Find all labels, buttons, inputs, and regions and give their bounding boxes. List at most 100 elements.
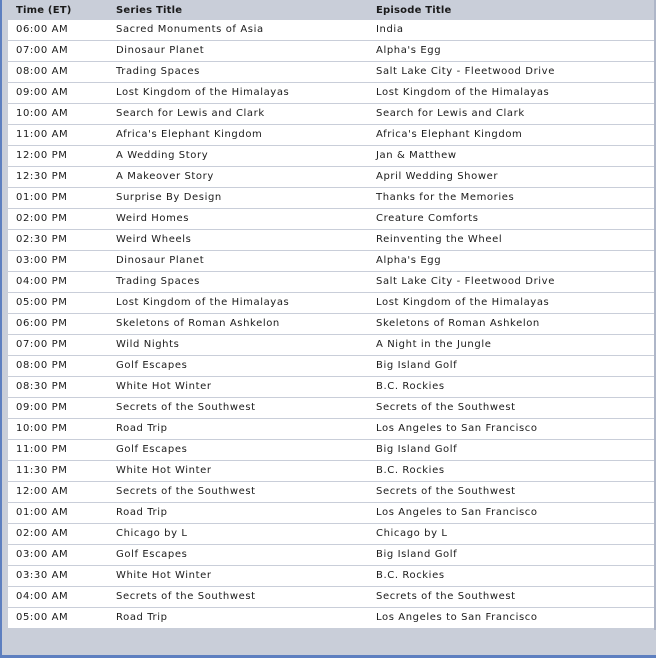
cell-time: 11:00 AM bbox=[16, 129, 69, 140]
cell-episode-title: April Wedding Shower bbox=[376, 171, 499, 182]
cell-episode-title: Los Angeles to San Francisco bbox=[376, 423, 538, 434]
cell-episode-title: Big Island Golf bbox=[376, 549, 458, 560]
table-row: 10:00 PM Road Trip Los Angeles to San Fran… bbox=[8, 419, 656, 440]
table-row: 11:00 PM Golf Escapes Big Island Golf bbox=[8, 440, 656, 461]
cell-episode-title: Los Angeles to San Francisco bbox=[376, 507, 538, 518]
cell-episode-title: Salt Lake City - Fleetwood Drive bbox=[376, 276, 555, 287]
cell-time: 11:30 PM bbox=[16, 465, 68, 476]
cell-episode-title: Alpha's Egg bbox=[376, 255, 442, 266]
table-row: 11:00 AM Africa's Elephant Kingdom Africa'… bbox=[8, 125, 656, 146]
cell-series-title: Dinosaur Planet bbox=[116, 45, 205, 56]
table-row: 12:30 PM A Makeover Story April Wedding Sh… bbox=[8, 167, 656, 188]
cell-series-title: Search for Lewis and Clark bbox=[116, 108, 265, 119]
cell-series-title: Golf Escapes bbox=[116, 360, 188, 371]
cell-series-title: Weird Wheels bbox=[116, 234, 192, 245]
cell-time: 03:00 AM bbox=[16, 549, 69, 560]
cell-series-title: Road Trip bbox=[116, 423, 168, 434]
table-row: 04:00 PM Trading Spaces Salt Lake City - F… bbox=[8, 272, 656, 293]
cell-series-title: A Makeover Story bbox=[116, 171, 214, 182]
cell-series-title: Dinosaur Planet bbox=[116, 255, 205, 266]
table-row: 09:00 PM Secrets of the Southwest Secrets … bbox=[8, 398, 656, 419]
cell-series-title: Trading Spaces bbox=[116, 66, 200, 77]
table-row: 12:00 AM Secrets of the Southwest Secrets … bbox=[8, 482, 656, 503]
cell-episode-title: Big Island Golf bbox=[376, 360, 458, 371]
cell-series-title: Sacred Monuments of Asia bbox=[116, 24, 264, 35]
cell-episode-title: Big Island Golf bbox=[376, 444, 458, 455]
cell-episode-title: A Night in the Jungle bbox=[376, 339, 492, 350]
cell-time: 05:00 PM bbox=[16, 297, 68, 308]
cell-time: 04:00 AM bbox=[16, 591, 69, 602]
cell-series-title: White Hot Winter bbox=[116, 465, 212, 476]
column-header-time: Time (ET) bbox=[16, 5, 72, 16]
table-row: 01:00 PM Surprise By Design Thanks for the… bbox=[8, 188, 656, 209]
cell-time: 12:00 AM bbox=[16, 486, 69, 497]
cell-episode-title: Secrets of the Southwest bbox=[376, 591, 516, 602]
table-row: 03:00 PM Dinosaur Planet Alpha's Egg bbox=[8, 251, 656, 272]
cell-series-title: White Hot Winter bbox=[116, 381, 212, 392]
cell-episode-title: Chicago by L bbox=[376, 528, 448, 539]
frame-left-border bbox=[0, 0, 2, 658]
cell-series-title: Chicago by L bbox=[116, 528, 188, 539]
table-row: 07:00 PM Wild Nights A Night in the Jungle bbox=[8, 335, 656, 356]
cell-time: 02:00 AM bbox=[16, 528, 69, 539]
table-row: 05:00 AM Road Trip Los Angeles to San Fran… bbox=[8, 608, 656, 629]
cell-time: 11:00 PM bbox=[16, 444, 68, 455]
cell-series-title: Trading Spaces bbox=[116, 276, 200, 287]
table-row: 02:00 PM Weird Homes Creature Comforts bbox=[8, 209, 656, 230]
schedule-frame: Time (ET) Series Title Episode Title 06:… bbox=[0, 0, 656, 658]
cell-episode-title: Secrets of the Southwest bbox=[376, 402, 516, 413]
cell-episode-title: Skeletons of Roman Ashkelon bbox=[376, 318, 540, 329]
cell-time: 03:00 PM bbox=[16, 255, 68, 266]
table-row: 08:00 AM Trading Spaces Salt Lake City - F… bbox=[8, 62, 656, 83]
cell-episode-title: India bbox=[376, 24, 404, 35]
cell-series-title: Lost Kingdom of the Himalayas bbox=[116, 87, 290, 98]
cell-time: 10:00 AM bbox=[16, 108, 69, 119]
cell-episode-title: Los Angeles to San Francisco bbox=[376, 612, 538, 623]
cell-episode-title: Salt Lake City - Fleetwood Drive bbox=[376, 66, 555, 77]
table-row: 03:00 AM Golf Escapes Big Island Golf bbox=[8, 545, 656, 566]
cell-series-title: Secrets of the Southwest bbox=[116, 402, 256, 413]
table-row: 11:30 PM White Hot Winter B.C. Rockies bbox=[8, 461, 656, 482]
table-header-row: Time (ET) Series Title Episode Title bbox=[8, 0, 656, 20]
cell-episode-title: B.C. Rockies bbox=[376, 570, 445, 581]
cell-series-title: Golf Escapes bbox=[116, 444, 188, 455]
cell-episode-title: Secrets of the Southwest bbox=[376, 486, 516, 497]
table-row: 06:00 PM Skeletons of Roman Ashkelon Skele… bbox=[8, 314, 656, 335]
schedule-rows: 06:00 AM Sacred Monuments of Asia India 07:… bbox=[8, 20, 656, 629]
cell-episode-title: Lost Kingdom of the Himalayas bbox=[376, 297, 550, 308]
column-header-series: Series Title bbox=[116, 5, 183, 16]
cell-series-title: Surprise By Design bbox=[116, 192, 222, 203]
cell-time: 07:00 PM bbox=[16, 339, 68, 350]
cell-series-title: Africa's Elephant Kingdom bbox=[116, 129, 263, 140]
tv-schedule-table: Time (ET) Series Title Episode Title 06:… bbox=[8, 0, 656, 629]
table-row: 10:00 AM Search for Lewis and Clark Search… bbox=[8, 104, 656, 125]
cell-series-title: Golf Escapes bbox=[116, 549, 188, 560]
cell-time: 02:30 PM bbox=[16, 234, 68, 245]
cell-series-title: Road Trip bbox=[116, 507, 168, 518]
cell-series-title: Lost Kingdom of the Himalayas bbox=[116, 297, 290, 308]
cell-series-title: Weird Homes bbox=[116, 213, 190, 224]
cell-time: 05:00 AM bbox=[16, 612, 69, 623]
cell-time: 12:30 PM bbox=[16, 171, 68, 182]
cell-episode-title: Africa's Elephant Kingdom bbox=[376, 129, 523, 140]
cell-time: 06:00 AM bbox=[16, 24, 69, 35]
cell-series-title: Secrets of the Southwest bbox=[116, 591, 256, 602]
cell-episode-title: Reinventing the Wheel bbox=[376, 234, 503, 245]
cell-time: 08:00 PM bbox=[16, 360, 68, 371]
table-row: 04:00 AM Secrets of the Southwest Secrets … bbox=[8, 587, 656, 608]
table-row: 02:00 AM Chicago by L Chicago by L bbox=[8, 524, 656, 545]
cell-episode-title: Lost Kingdom of the Himalayas bbox=[376, 87, 550, 98]
cell-time: 09:00 AM bbox=[16, 87, 69, 98]
cell-episode-title: Thanks for the Memories bbox=[376, 192, 515, 203]
table-row: 02:30 PM Weird Wheels Reinventing the Whee… bbox=[8, 230, 656, 251]
table-row: 08:30 PM White Hot Winter B.C. Rockies bbox=[8, 377, 656, 398]
cell-time: 12:00 PM bbox=[16, 150, 68, 161]
cell-episode-title: Creature Comforts bbox=[376, 213, 479, 224]
cell-episode-title: Alpha's Egg bbox=[376, 45, 442, 56]
cell-episode-title: B.C. Rockies bbox=[376, 465, 445, 476]
cell-episode-title: B.C. Rockies bbox=[376, 381, 445, 392]
table-row: 03:30 AM White Hot Winter B.C. Rockies bbox=[8, 566, 656, 587]
cell-time: 09:00 PM bbox=[16, 402, 68, 413]
cell-time: 02:00 PM bbox=[16, 213, 68, 224]
cell-episode-title: Search for Lewis and Clark bbox=[376, 108, 525, 119]
